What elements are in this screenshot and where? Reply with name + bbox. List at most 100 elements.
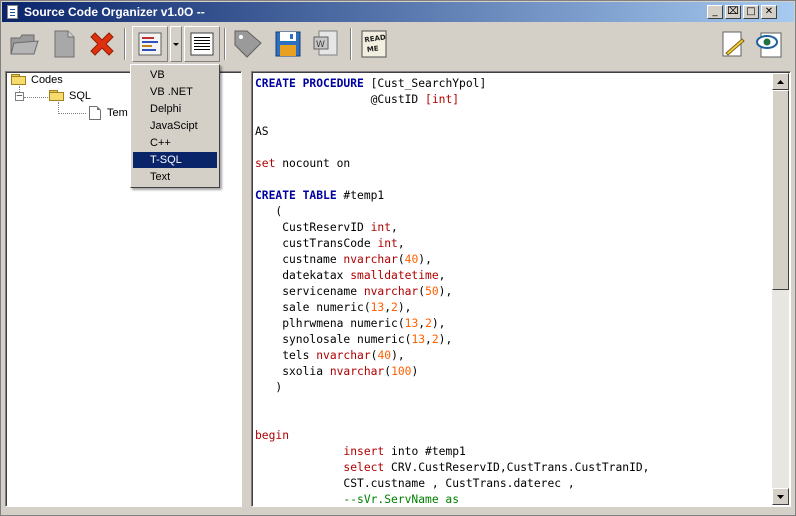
window-title: Source Code Organizer v1.0O -- bbox=[24, 5, 205, 19]
maximize-button[interactable]: □ bbox=[743, 5, 759, 19]
save-button[interactable] bbox=[270, 26, 306, 62]
tag-button[interactable] bbox=[230, 26, 266, 62]
code-token: CREATE TABLE bbox=[255, 189, 337, 202]
notepad-icon bbox=[722, 31, 745, 57]
code-token: nvarchar bbox=[363, 285, 419, 298]
menu-item-vbnet[interactable]: VB .NET bbox=[133, 84, 217, 100]
code-token: 2 bbox=[425, 317, 432, 330]
minimize-button[interactable]: _ bbox=[707, 5, 723, 19]
menu-item-tsql[interactable]: T-SQL bbox=[133, 152, 217, 168]
menu-item-vb[interactable]: VB bbox=[133, 67, 217, 83]
tree-node-sql[interactable]: SQL bbox=[49, 90, 91, 102]
language-menu: VB VB .NET Delphi JavaScipt C++ T-SQL Te… bbox=[130, 64, 220, 188]
code-editor[interactable]: CREATE PROCEDURE [Cust_SearchYpol] @Cust… bbox=[251, 71, 791, 507]
title-bar[interactable]: Source Code Organizer v1.0O -- _ ⌧ □ ✕ bbox=[2, 2, 794, 22]
export-word-button[interactable]: W bbox=[308, 26, 344, 62]
code-token: into #temp1 bbox=[384, 445, 466, 458]
toolbar-separator bbox=[350, 28, 352, 60]
code-line: CST.custname , CustTrans.daterec , bbox=[255, 476, 650, 492]
app-icon bbox=[7, 5, 18, 19]
code-token: smalldatetime bbox=[350, 269, 439, 282]
tree-node-item[interactable]: Tem bbox=[89, 106, 128, 120]
code-token: insert bbox=[343, 445, 385, 458]
code-token: select bbox=[343, 461, 385, 474]
code-token: nvarchar bbox=[316, 349, 371, 362]
preview-button[interactable] bbox=[752, 26, 788, 62]
code-line: ( bbox=[255, 204, 650, 220]
code-token: set bbox=[255, 157, 276, 170]
code-token: 2 bbox=[391, 301, 398, 314]
new-button[interactable] bbox=[46, 26, 82, 62]
code-token: plhrwmena numeric( bbox=[255, 317, 405, 330]
code-token: datekatax bbox=[255, 269, 351, 282]
code-line: select CRV.CustReservID,CustTrans.CustTr… bbox=[255, 460, 649, 476]
code-token: ( bbox=[397, 253, 405, 266]
code-line: custTransCode int, bbox=[255, 236, 650, 252]
readme-button[interactable]: READ ME bbox=[356, 26, 392, 62]
code-token: [int] bbox=[425, 93, 460, 106]
code-token: ), bbox=[418, 253, 432, 266]
collapse-sql-toggle[interactable]: – bbox=[15, 92, 24, 101]
restore-button[interactable]: ⌧ bbox=[725, 5, 741, 19]
folder-icon bbox=[49, 90, 65, 102]
vertical-scrollbar[interactable] bbox=[772, 73, 789, 505]
view-button[interactable] bbox=[184, 26, 220, 62]
scroll-up-button[interactable] bbox=[772, 73, 789, 90]
notes-button[interactable] bbox=[714, 26, 750, 62]
code-token: custTransCode bbox=[255, 237, 378, 250]
code-token: , bbox=[397, 237, 405, 250]
code-line: datekatax smalldatetime, bbox=[255, 268, 650, 284]
code-token: 40 bbox=[404, 253, 419, 266]
code-token: begin bbox=[255, 429, 290, 442]
tree-node-codes[interactable]: Codes bbox=[11, 74, 63, 86]
code-token: 13 bbox=[404, 317, 419, 330]
code-token: nvarchar bbox=[329, 365, 385, 378]
code-line: plhrwmena numeric(13,2), bbox=[255, 316, 650, 332]
code-token: ), bbox=[438, 285, 453, 298]
code-line: synolosale numeric(13,2), bbox=[255, 332, 650, 348]
scroll-down-button[interactable] bbox=[772, 488, 789, 505]
close-button[interactable]: ✕ bbox=[761, 5, 777, 19]
code-line: sxolia nvarchar(100) bbox=[255, 364, 650, 380]
menu-item-text[interactable]: Text bbox=[133, 169, 217, 185]
delete-button[interactable] bbox=[84, 26, 120, 62]
menu-item-cpp[interactable]: C++ bbox=[133, 135, 217, 151]
code-token: sale numeric( bbox=[255, 301, 371, 314]
code-token: ( bbox=[255, 205, 283, 218]
scroll-thumb[interactable] bbox=[772, 90, 789, 290]
readme-icon: README bbox=[361, 30, 387, 58]
language-dropdown-arrow[interactable] bbox=[170, 26, 182, 62]
menu-item-javascript[interactable]: JavaScipt bbox=[133, 118, 217, 134]
code-token: , bbox=[425, 333, 432, 346]
code-line: servicename nvarchar(50), bbox=[255, 284, 650, 300]
new-document-icon bbox=[54, 30, 75, 58]
word-document-icon: W bbox=[313, 30, 338, 56]
code-line: sale numeric(13,2), bbox=[255, 300, 650, 316]
open-folder-icon bbox=[10, 34, 39, 55]
open-button[interactable] bbox=[6, 26, 42, 62]
code-token: @CustID bbox=[255, 93, 426, 106]
eye-icon bbox=[756, 32, 782, 58]
code-line: --sVr.ServName as bbox=[255, 492, 650, 506]
arrow-down-icon bbox=[777, 494, 784, 499]
menu-item-delphi[interactable]: Delphi bbox=[133, 101, 217, 117]
code-token: nocount on bbox=[275, 157, 351, 170]
tree-node-label: SQL bbox=[69, 90, 92, 102]
code-token: sxolia bbox=[255, 365, 330, 378]
code-token: ), bbox=[397, 301, 412, 314]
code-token: CustReservID bbox=[255, 221, 371, 234]
language-button[interactable] bbox=[132, 26, 168, 62]
code-token: CST.custname , CustTrans.daterec , bbox=[255, 477, 575, 490]
code-text[interactable]: CREATE PROCEDURE [Cust_SearchYpol] @Cust… bbox=[255, 76, 650, 506]
code-token: --sVr.ServName as bbox=[255, 493, 460, 506]
language-list-icon bbox=[138, 32, 162, 56]
code-line: ) bbox=[255, 380, 650, 396]
code-token: , bbox=[391, 221, 398, 234]
code-token: , bbox=[438, 269, 446, 282]
